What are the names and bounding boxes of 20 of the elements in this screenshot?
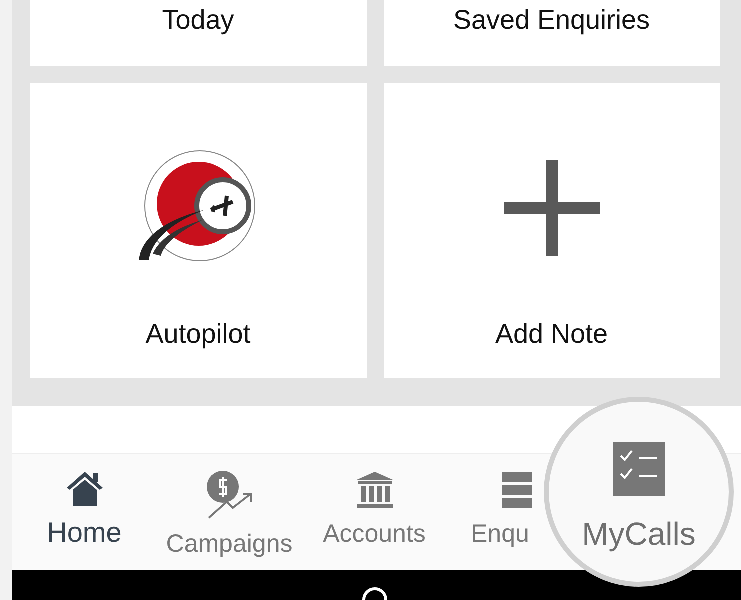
mycalls-label[interactable]: MyCalls: [582, 510, 696, 558]
tile-card[interactable]: Today: [30, 0, 366, 66]
home-button-icon[interactable]: [361, 586, 389, 600]
tile-label: Saved Enquiries: [453, 4, 650, 37]
tile-label: Today: [162, 4, 234, 37]
tile-card[interactable]: Saved Enquiries: [384, 0, 720, 66]
server-icon: [502, 470, 532, 510]
checklist-icon[interactable]: [613, 442, 665, 496]
nav-tab[interactable]: Accounts: [302, 454, 447, 570]
tile-card[interactable]: Autopilot: [30, 83, 366, 378]
tile-label: Autopilot: [146, 318, 251, 351]
nav-tab[interactable]: Campaigns: [157, 454, 302, 570]
home-icon: [64, 470, 104, 506]
nav-tab[interactable]: Enqu: [447, 454, 532, 570]
plus-icon[interactable]: [504, 160, 600, 256]
nav-tab[interactable]: Home: [12, 454, 157, 570]
bank-icon: [354, 470, 394, 510]
dollar-growth-icon: [204, 470, 254, 520]
tile-label: Add Note: [495, 318, 608, 350]
tile-card[interactable]: Add Note: [384, 83, 720, 378]
